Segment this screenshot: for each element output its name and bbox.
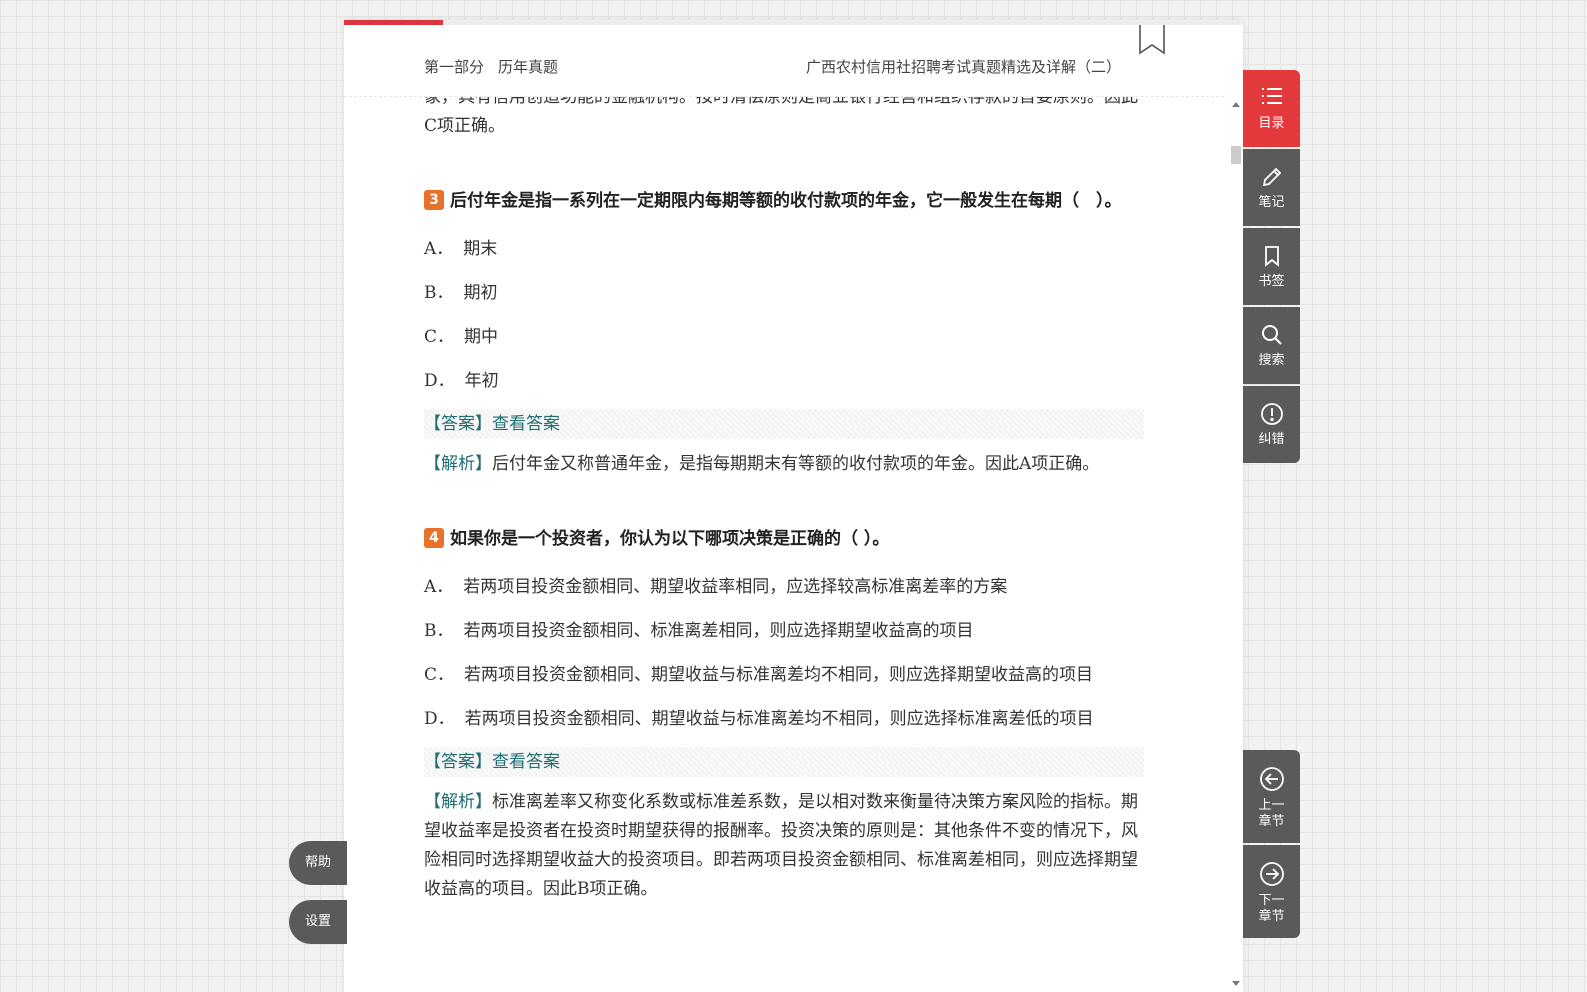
option-text: 若两项目投资金额相同、期望收益与标准离差均不相同，则应选择期望收益高的项目 <box>464 665 1094 685</box>
next-chapter-label-line1: 下一 <box>1258 893 1285 908</box>
option-letter: A． <box>424 239 454 259</box>
question-number-badge: 4 <box>424 528 444 548</box>
scroll-up-arrow-icon[interactable] <box>1232 102 1240 107</box>
option-letter: D． <box>424 371 455 391</box>
bookmarks-button[interactable]: 书签 <box>1243 228 1300 305</box>
scroll-down-arrow-icon[interactable] <box>1232 981 1240 986</box>
option-text: 期中 <box>464 327 499 347</box>
analysis-text: 后付年金又称普通年金，是指每期期末有等额的收付款项的年金。因此A项正确。 <box>492 454 1100 474</box>
reading-progress-fill <box>344 20 443 25</box>
option-a: A． 期末 <box>424 238 1144 260</box>
question-text: 后付年金是指一系列在一定期限内每期等额的收付款项的年金，它一般发生在每期（ ）。 <box>450 191 1122 211</box>
question-stem: 3 后付年金是指一系列在一定期限内每期等额的收付款项的年金，它一般发生在每期（ ）… <box>424 187 1144 216</box>
answer-tag: 【答案】 <box>424 752 492 772</box>
help-button[interactable]: 帮助 <box>289 841 347 885</box>
answer-tag: 【答案】 <box>424 414 492 434</box>
chapter-nav: 上一 章节 下一 章节 <box>1243 750 1300 940</box>
bookmark-icon <box>1243 228 1300 270</box>
toc-label: 目录 <box>1258 116 1285 131</box>
question-text: 如果你是一个投资者，你认为以下哪项决策是正确的（ ）。 <box>450 529 890 549</box>
reader-page: 第一部分 历年真题 广西农村信用社招聘考试真题精选及详解（二） 象，具有信用创造功… <box>344 20 1243 992</box>
option-letter: C． <box>424 665 455 685</box>
breadcrumb: 第一部分 历年真题 <box>424 56 558 77</box>
question-number-badge: 3 <box>424 190 444 210</box>
analysis-tag: 【解析】 <box>424 454 492 474</box>
answer-bar: 【答案】查看答案 <box>424 747 1144 777</box>
arrow-right-circle-icon <box>1243 845 1300 887</box>
pencil-icon <box>1243 149 1300 191</box>
page-scrollbar[interactable] <box>1229 96 1243 992</box>
analysis-tag: 【解析】 <box>424 792 492 812</box>
report-error-button[interactable]: 纠错 <box>1243 386 1300 463</box>
option-b: B． 期初 <box>424 282 1144 304</box>
option-letter: C． <box>424 327 455 347</box>
bookmarks-label: 书签 <box>1258 274 1285 289</box>
notes-label: 笔记 <box>1258 195 1285 210</box>
report-error-label: 纠错 <box>1258 432 1285 447</box>
book-title: 广西农村信用社招聘考试真题精选及详解（二） <box>805 58 1121 76</box>
option-letter: D． <box>424 709 455 729</box>
analysis: 【解析】后付年金又称普通年金，是指每期期末有等额的收付款项的年金。因此A项正确。 <box>424 450 1144 479</box>
running-header: 第一部分 历年真题 广西农村信用社招聘考试真题精选及详解（二） <box>424 56 1121 80</box>
option-letter: B． <box>424 283 454 303</box>
scrollbar-thumb[interactable] <box>1231 146 1241 164</box>
next-chapter-button[interactable]: 下一 章节 <box>1243 845 1300 938</box>
search-button[interactable]: 搜索 <box>1243 307 1300 384</box>
view-answer-link[interactable]: 查看答案 <box>492 752 560 772</box>
option-text: 若两项目投资金额相同、期望收益率相同，应选择较高标准离差率的方案 <box>463 577 1008 597</box>
toc-button[interactable]: 目录 <box>1243 70 1300 147</box>
content: 象，具有信用创造功能的金融机构。按时清偿原则是商业银行经营和组织存款的首要原则。… <box>424 97 1144 904</box>
option-c: C． 若两项目投资金额相同、期望收益与标准离差均不相同，则应选择期望收益高的项目 <box>424 664 1144 686</box>
option-c: C． 期中 <box>424 326 1144 348</box>
prev-chapter-label-line2: 章节 <box>1258 814 1285 829</box>
option-d: D． 若两项目投资金额相同、期望收益与标准离差均不相同，则应选择标准离差低的项目 <box>424 708 1144 730</box>
option-a: A． 若两项目投资金额相同、期望收益率相同，应选择较高标准离差率的方案 <box>424 576 1144 598</box>
option-letter: A． <box>424 577 454 597</box>
notes-button[interactable]: 笔记 <box>1243 149 1300 226</box>
search-icon <box>1243 307 1300 349</box>
prev-chapter-label-line1: 上一 <box>1258 798 1285 813</box>
option-text: 若两项目投资金额相同、期望收益与标准离差均不相同，则应选择标准离差低的项目 <box>464 709 1094 729</box>
arrow-left-circle-icon <box>1243 750 1300 792</box>
list-icon <box>1243 70 1300 112</box>
part-label: 第一部分 <box>424 58 485 76</box>
alert-icon <box>1243 386 1300 428</box>
section-label: 历年真题 <box>498 58 559 76</box>
reading-progress-bar <box>344 20 1243 25</box>
answer-bar: 【答案】查看答案 <box>424 409 1144 439</box>
content-viewport[interactable]: 象，具有信用创造功能的金融机构。按时清偿原则是商业银行经营和组织存款的首要原则。… <box>344 97 1224 992</box>
option-text: 年初 <box>464 371 499 391</box>
next-chapter-label-line2: 章节 <box>1258 909 1285 924</box>
option-text: 期初 <box>463 283 498 303</box>
prev-chapter-button[interactable]: 上一 章节 <box>1243 750 1300 843</box>
analysis: 【解析】标准离差率又称变化系数或标准差系数，是以相对数来衡量待决策方案风险的指标… <box>424 788 1144 904</box>
analysis-text: 标准离差率又称变化系数或标准差系数，是以相对数来衡量待决策方案风险的指标。期望收… <box>424 792 1138 899</box>
option-b: B． 若两项目投资金额相同、标准离差相同，则应选择期望收益高的项目 <box>424 620 1144 642</box>
option-letter: B． <box>424 621 454 641</box>
view-answer-link[interactable]: 查看答案 <box>492 414 560 434</box>
option-text: 若两项目投资金额相同、标准离差相同，则应选择期望收益高的项目 <box>463 621 974 641</box>
settings-button[interactable]: 设置 <box>289 900 347 944</box>
option-text: 期末 <box>463 239 498 259</box>
search-label: 搜索 <box>1258 353 1285 368</box>
bookmark-ribbon-icon[interactable] <box>1139 25 1165 55</box>
previous-analysis-tail: 象，具有信用创造功能的金融机构。按时清偿原则是商业银行经营和组织存款的首要原则。… <box>424 97 1138 136</box>
side-toolbar: 目录 笔记 书签 搜索 纠错 <box>1243 70 1300 465</box>
option-d: D． 年初 <box>424 370 1144 392</box>
question-stem: 4 如果你是一个投资者，你认为以下哪项决策是正确的（ ）。 <box>424 525 1144 554</box>
